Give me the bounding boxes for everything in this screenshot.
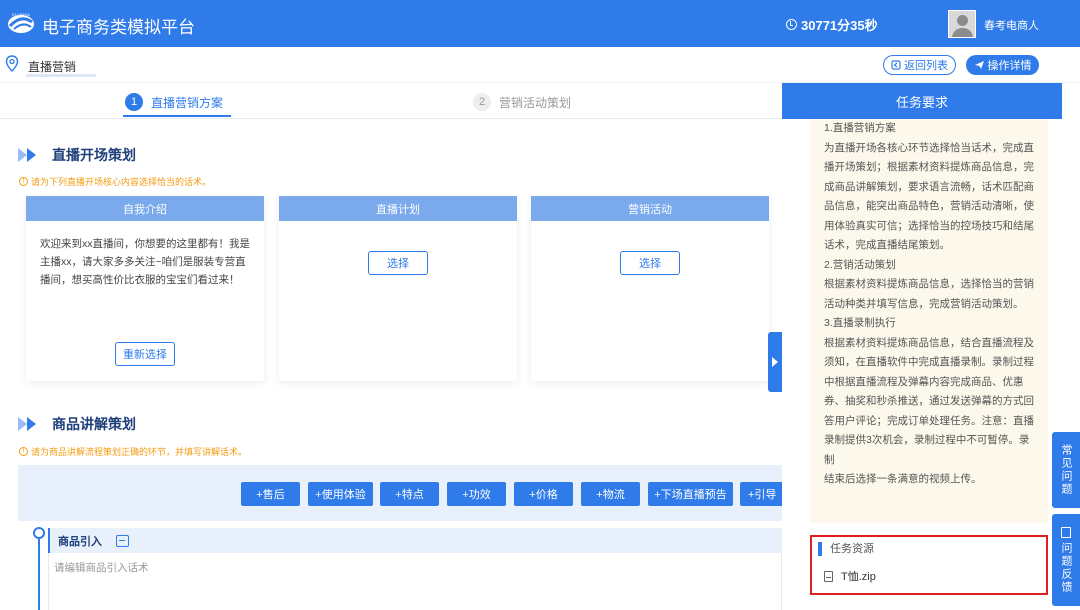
location-pin-icon: [5, 55, 19, 72]
product-intro-title: 商品引入: [58, 535, 102, 548]
feedback-icon: [1061, 526, 1071, 538]
tag-features[interactable]: +特点: [380, 482, 439, 506]
task-line: 结束后选择一条满意的视频上传。: [824, 473, 982, 485]
select-button[interactable]: 选择: [620, 251, 680, 275]
card-title: 自我介绍: [26, 196, 264, 221]
feedback-tab[interactable]: 问题反馈: [1052, 514, 1080, 606]
segment-tag-bar: +售后 +使用体验 +特点 +功效 +价格 +物流 +下场直播预告 +引导: [18, 465, 782, 521]
section-title-opening: 直播开场策划: [18, 145, 136, 165]
tag-next-live-preview[interactable]: +下场直播预告: [648, 482, 733, 506]
return-icon: [891, 60, 901, 70]
task-panel-title: 任务要求: [782, 83, 1062, 119]
avatar[interactable]: [948, 10, 976, 38]
card-live-plan: 直播计划 选择: [279, 196, 517, 381]
task-line: 根据素材资料提炼商品信息，选择恰当的营销: [824, 278, 1034, 290]
section-title-product: 商品讲解策划: [18, 414, 136, 434]
panel-toggle-button[interactable]: [768, 332, 782, 392]
section-title-text: 商品讲解策划: [52, 416, 136, 432]
section-hint: ! 请为商品讲解流程策划正确的环节，并填写讲解话术。: [19, 445, 247, 458]
product-intro-header: 商品引入: [48, 528, 782, 553]
task-line: 用体验真实可信；选择恰当的控场技巧和结尾: [824, 219, 1034, 232]
task-line: 为直播开场各核心环节选择恰当话术，完成直: [824, 141, 1034, 154]
task-line: 话术，完成直播结尾策划。: [824, 239, 950, 251]
task-requirements-content: 1.直播营销方案 为直播开场各核心环节选择恰当话术，完成直 播开场策划；根据素材…: [810, 119, 1048, 523]
card-self-intro: 自我介绍 欢迎来到xx直播间，你想要的这里都有！我是主播xx，请大家多多关注~咱…: [26, 196, 264, 381]
task-line: 根据素材资料提炼商品信息，结合直播流程及: [824, 336, 1034, 349]
card-text: 欢迎来到xx直播间，你想要的这里都有！我是主播xx，请大家多多关注~咱们是服装专…: [40, 238, 250, 286]
breadcrumb: 直播营销 返回列表 操作详情: [0, 47, 1080, 83]
section-hint: ! 请为下列直播开场核心内容选择恰当的话术。: [19, 175, 211, 188]
tag-price[interactable]: +价格: [514, 482, 573, 506]
step-number: 2: [473, 93, 491, 111]
feedback-label: 问题反馈: [1060, 541, 1072, 594]
tag-usage-experience[interactable]: +使用体验: [308, 482, 373, 506]
task-line: 播开场策划；根据素材资料提炼商品信息，完: [824, 161, 1034, 173]
step-live-marketing-plan[interactable]: 1 直播营销方案: [125, 93, 223, 111]
select-button[interactable]: 选择: [368, 251, 428, 275]
hint-text: 请为商品讲解流程策划正确的环节，并填写讲解话术。: [31, 447, 248, 457]
hint-text: 请为下列直播开场核心内容选择恰当的话术。: [31, 177, 212, 187]
top-header: ELLPASA 电子商务类模拟平台 30771分35秒 春考电商人: [0, 0, 1080, 47]
file-icon: [824, 570, 833, 582]
app-title: 电子商务类模拟平台: [42, 18, 195, 37]
logo-text: ELLPASA: [12, 12, 30, 17]
tag-guide[interactable]: +引导: [740, 482, 782, 506]
timeline-line: [38, 539, 40, 610]
step-tabs: 1 直播营销方案 2 营销活动策划: [0, 83, 782, 119]
card-title: 营销活动: [531, 196, 769, 221]
info-icon: !: [19, 177, 28, 186]
timer-value: 30771分35秒: [801, 18, 878, 33]
username[interactable]: 春考电商人: [984, 17, 1039, 33]
tag-after-sales[interactable]: +售后: [241, 482, 300, 506]
caret-right-icon: [772, 357, 778, 367]
task-line: 中根据直播流程及弹幕内容完成商品、优惠: [824, 375, 1024, 388]
task-line: 活动种类并填写信息，完成营销活动策划。: [824, 297, 1024, 310]
product-intro-input[interactable]: 请编辑商品引入话术: [48, 553, 782, 610]
operation-details-button[interactable]: 操作详情: [966, 55, 1039, 75]
timeline-node: [33, 527, 45, 539]
product-intro-placeholder: 请编辑商品引入话术: [54, 562, 149, 574]
step-label: 直播营销方案: [151, 95, 224, 110]
faq-tab[interactable]: 常见问题: [1052, 432, 1080, 508]
task-line: 成商品讲解策划，要求语言流畅，话术匹配商: [824, 180, 1034, 193]
task-line: 2.营销活动策划: [824, 258, 896, 271]
step-number: 1: [125, 93, 143, 111]
active-step-indicator: [123, 115, 231, 117]
section-title-text: 直播开场策划: [52, 147, 136, 163]
double-chevron-icon: [18, 417, 42, 431]
resources-title: 任务资源: [818, 542, 874, 556]
task-requirements-panel: 任务要求 1.直播营销方案 为直播开场各核心环节选择恰当话术，完成直 播开场策划…: [782, 83, 1062, 610]
tag-logistics[interactable]: +物流: [581, 482, 640, 506]
logo-icon: ELLPASA: [8, 12, 34, 33]
send-icon: [974, 61, 984, 69]
card-title: 直播计划: [279, 196, 517, 221]
info-icon: !: [19, 447, 28, 456]
double-chevron-icon: [18, 148, 42, 162]
tag-efficacy[interactable]: +功效: [447, 482, 506, 506]
ops-button-label: 操作详情: [987, 60, 1032, 72]
resource-file-name: T恤.zip: [841, 571, 876, 583]
step-marketing-activity-plan[interactable]: 2 营销活动策划: [473, 93, 571, 111]
step-label: 营销活动策划: [499, 95, 572, 110]
back-to-list-button[interactable]: 返回列表: [883, 55, 956, 75]
task-line: 品信息，能突出商品特色，营销活动清晰，使: [824, 200, 1034, 212]
breadcrumb-current: 直播营销: [28, 60, 77, 74]
resource-file-link[interactable]: T恤.zip: [824, 568, 876, 584]
task-resources-box: 任务资源 T恤.zip: [810, 535, 1048, 595]
card-marketing-activity: 营销活动 选择: [531, 196, 769, 381]
task-line: 答用户评论；完成订单处理任务。注意：直播: [824, 414, 1034, 427]
task-line: 录制提供3次机会，录制过程中不可暂停。录制: [824, 434, 1030, 466]
countdown-timer: 30771分35秒: [786, 15, 878, 34]
task-line: 须知，在直播软件中完成直播录制。录制过程: [824, 356, 1034, 368]
task-line: 1.直播营销方案: [824, 122, 896, 134]
edit-icon[interactable]: [116, 534, 129, 547]
back-button-label: 返回列表: [904, 60, 948, 72]
main-content: 直播开场策划 ! 请为下列直播开场核心内容选择恰当的话术。 自我介绍 欢迎来到x…: [0, 120, 782, 610]
reselect-button[interactable]: 重新选择: [115, 342, 175, 366]
task-line: 3.直播录制执行: [824, 317, 896, 329]
task-line: 券、抽奖和秒杀推送，通过发送弹幕的方式回: [824, 395, 1034, 407]
clock-icon: [786, 19, 797, 30]
